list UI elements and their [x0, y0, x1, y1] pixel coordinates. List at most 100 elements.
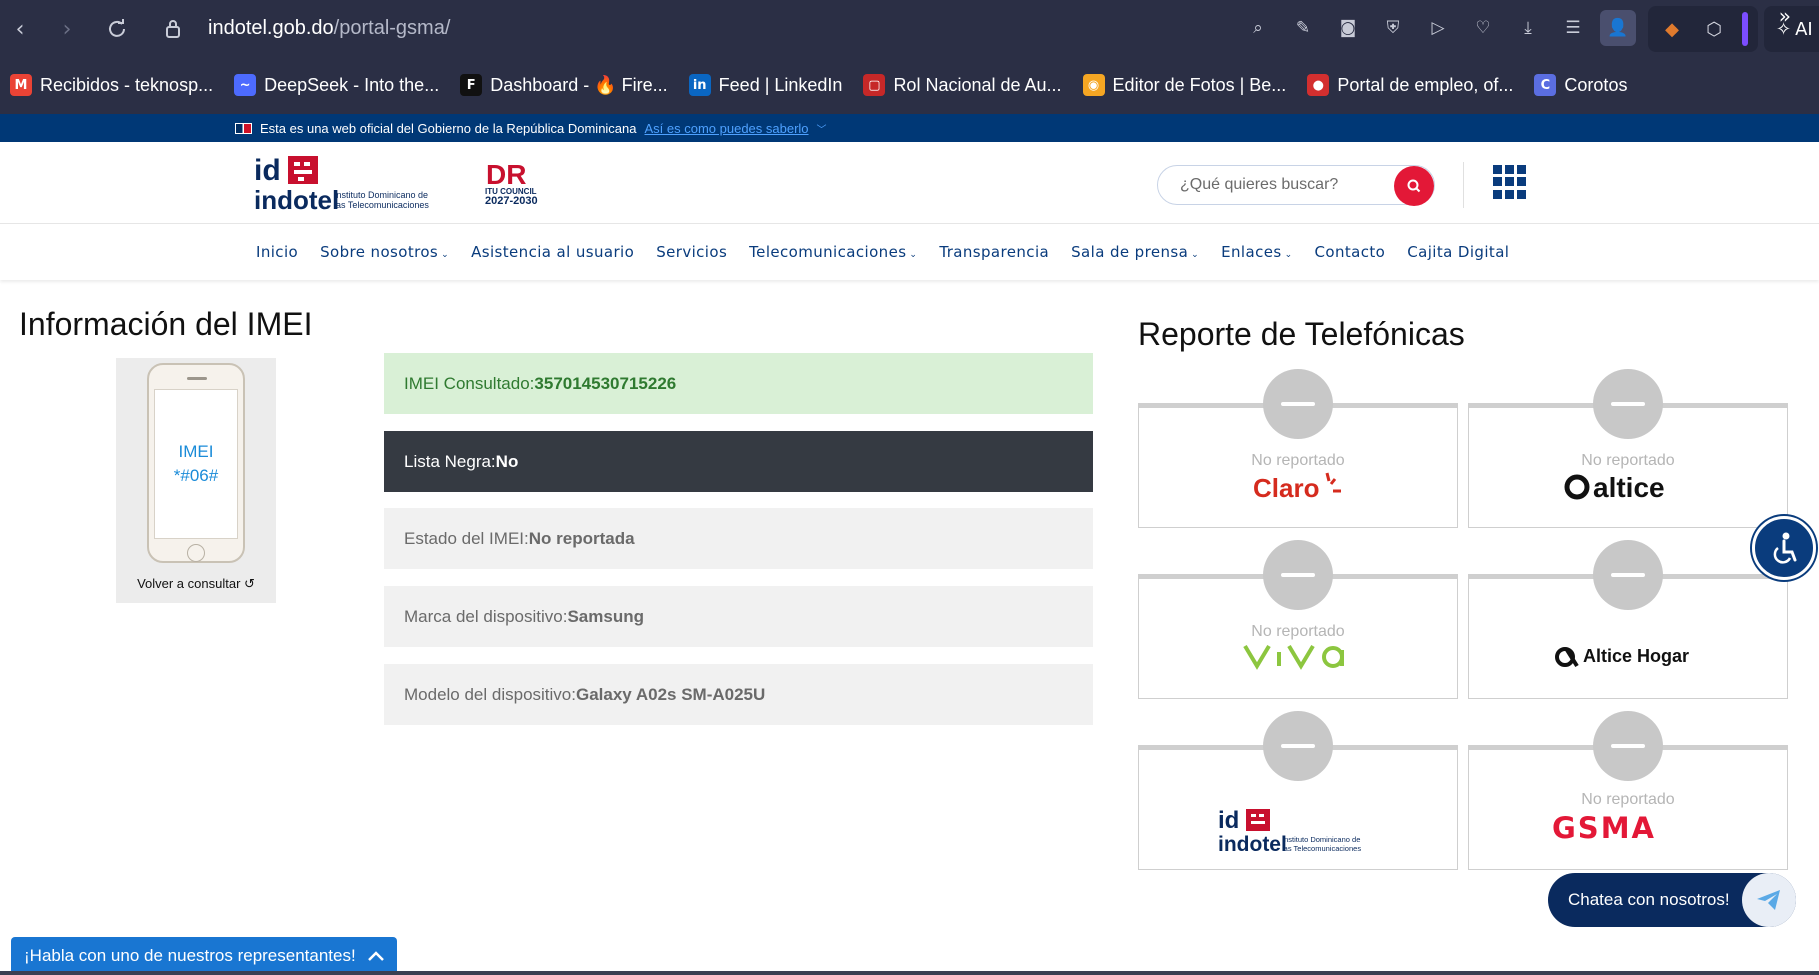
- page-search-icon[interactable]: ⌕: [1240, 10, 1276, 46]
- chevron-down-icon[interactable]: ﹀: [817, 121, 827, 136]
- carrier-status: No reportado: [1581, 452, 1675, 469]
- send-icon[interactable]: ▷: [1420, 10, 1456, 46]
- svg-text:GSMA: GSMA: [1552, 811, 1656, 842]
- nav-item[interactable]: Sobre nosotros ⌄: [320, 243, 449, 261]
- nav-item-label: Asistencia al usuario: [471, 243, 635, 261]
- nav-item-label: Transparencia: [939, 243, 1050, 261]
- gsma-logo: GSMA: [1468, 810, 1788, 842]
- back-to-query-link[interactable]: Volver a consultar ↺: [116, 576, 276, 592]
- reload-icon[interactable]: [97, 9, 137, 49]
- chat-button[interactable]: Chatea con nosotros!: [1548, 873, 1796, 927]
- dr-flag-icon: [235, 122, 252, 134]
- nav-item[interactable]: Cajita Digital: [1407, 243, 1509, 261]
- profile-icon[interactable]: 👤: [1600, 10, 1636, 46]
- ai-button[interactable]: ✧ AI: [1764, 6, 1819, 52]
- device-brand-row: Marca del dispositivo: Samsung: [384, 586, 1093, 647]
- svg-text:las Telecomunicaciones: las Telecomunicaciones: [334, 200, 429, 210]
- altice-hogar-logo: Altice Hogar: [1468, 640, 1788, 670]
- carrier-status: No reportado: [1251, 452, 1345, 469]
- extension-indicator: [1742, 12, 1748, 46]
- blacklist-row: Lista Negra: No: [384, 431, 1093, 492]
- representative-label: ¡Habla con uno de nuestros representante…: [24, 946, 356, 965]
- lock-icon[interactable]: [158, 17, 188, 41]
- bookmark-item[interactable]: M Recibidos - teknosp...: [10, 74, 213, 96]
- minus-status-icon: [1263, 711, 1333, 781]
- minus-status-icon: [1593, 540, 1663, 610]
- chevron-down-icon: ⌄: [1191, 250, 1200, 260]
- telegram-icon: [1742, 873, 1796, 927]
- minus-status-icon: [1263, 540, 1333, 610]
- settings-sliders-icon[interactable]: ☰: [1555, 10, 1591, 46]
- forward-icon[interactable]: ›: [47, 9, 87, 49]
- back-icon[interactable]: ‹: [0, 9, 40, 49]
- empleo-icon: ●: [1307, 74, 1330, 96]
- representative-bar[interactable]: ¡Habla con uno de nuestros representante…: [11, 937, 397, 975]
- bookmark-item[interactable]: ◉ Editor de Fotos | Be...: [1082, 74, 1287, 96]
- gov-banner-link[interactable]: Así es como puedes saberlo: [645, 121, 809, 136]
- imei-queried-row: IMEI Consultado: 357014530715226: [384, 353, 1093, 414]
- heart-icon[interactable]: ♡: [1465, 10, 1501, 46]
- bookmarks-more-icon[interactable]: »: [1779, 4, 1791, 28]
- bookmark-item[interactable]: in Feed | LinkedIn: [688, 74, 842, 96]
- search-button[interactable]: [1394, 166, 1434, 206]
- nav-item[interactable]: Sala de prensa ⌄: [1071, 243, 1199, 261]
- edit-icon[interactable]: ✎: [1285, 10, 1321, 46]
- row-value: Galaxy A02s SM-A025U: [575, 684, 766, 704]
- nav-item[interactable]: Inicio: [256, 243, 298, 261]
- f-logo-icon: F: [460, 74, 483, 96]
- shield-icon[interactable]: ⛨: [1375, 10, 1411, 46]
- phone-illustration: IMEI *#06#: [147, 363, 245, 563]
- nav-item[interactable]: Contacto: [1315, 243, 1386, 261]
- minus-status-icon: [1593, 369, 1663, 439]
- camera-icon[interactable]: ◙: [1330, 10, 1366, 46]
- bookmark-item[interactable]: C Corotos: [1534, 74, 1627, 96]
- nav-item-label: Inicio: [256, 243, 299, 261]
- bookmark-item[interactable]: ● Portal de empleo, of...: [1307, 74, 1513, 96]
- bookmark-label: DeepSeek - Into the...: [264, 74, 440, 95]
- bookmark-label: Editor de Fotos | Be...: [1112, 74, 1287, 95]
- row-label: Modelo del dispositivo:: [404, 684, 576, 704]
- bookmark-label: Rol Nacional de Au...: [893, 74, 1062, 95]
- chevron-up-icon[interactable]: [365, 945, 387, 967]
- accessibility-icon: [1773, 532, 1797, 564]
- chevron-down-icon: ⌄: [909, 250, 918, 260]
- viva-logo: [1138, 640, 1458, 670]
- apps-grid-icon[interactable]: [1493, 165, 1527, 199]
- metamask-icon[interactable]: ◆: [1658, 15, 1686, 43]
- indotel-logo[interactable]: id indotel Instituto Dominicano de las T…: [254, 152, 446, 215]
- accessibility-button[interactable]: [1752, 516, 1816, 580]
- gmail-icon: M: [10, 74, 32, 96]
- carrier-status: No reportado: [1581, 791, 1675, 808]
- row-label: Marca del dispositivo:: [404, 606, 568, 626]
- svg-text:Altice Hogar: Altice Hogar: [1583, 646, 1689, 666]
- corotos-icon: C: [1534, 74, 1557, 96]
- gov-banner: Esta es una web oficial del Gobierno de …: [0, 114, 1819, 142]
- nav-item[interactable]: Enlaces ⌄: [1221, 243, 1292, 261]
- bookmark-item[interactable]: ▢ Rol Nacional de Au...: [863, 74, 1062, 96]
- svg-text:Instituto Dominicano de: Instituto Dominicano de: [1282, 835, 1360, 844]
- bookmark-label: Dashboard - 🔥 Fire...: [490, 74, 668, 95]
- itu-council-logo[interactable]: DR ITU COUNCIL 2027-2030: [484, 158, 542, 207]
- chevron-down-icon: ⌄: [1284, 250, 1293, 260]
- minus-status-icon: [1263, 369, 1333, 439]
- row-value: No reportada: [528, 528, 635, 548]
- search-bar: [1157, 165, 1435, 206]
- bookmark-item[interactable]: F Dashboard - 🔥 Fire...: [460, 74, 668, 96]
- phone-card: IMEI *#06# Volver a consultar ↺: [116, 358, 276, 603]
- linkedin-icon: in: [688, 74, 711, 96]
- browser-chrome: ‹ › indotel.gob.do/portal-gsma/ ⌕ ✎ ◙ ⛨ …: [0, 0, 1819, 114]
- nav-item[interactable]: Transparencia: [939, 243, 1049, 261]
- ai-label: AI: [1795, 18, 1813, 40]
- bookmark-item[interactable]: ~ DeepSeek - Into the...: [234, 74, 439, 96]
- cube-extension-icon[interactable]: ⬡: [1700, 15, 1728, 43]
- nav-item[interactable]: Asistencia al usuario: [471, 243, 634, 261]
- nav-item-label: Enlaces: [1221, 243, 1282, 261]
- report-section-title: Reporte de Telefónicas: [1138, 316, 1465, 352]
- bookmarks-bar: M Recibidos - teknosp... ~ DeepSeek - Into …: [0, 68, 1819, 102]
- nav-item[interactable]: Servicios: [656, 243, 727, 261]
- search-input[interactable]: [1180, 176, 1380, 194]
- download-icon[interactable]: ⤓: [1510, 10, 1546, 46]
- search-icon: [1407, 179, 1421, 193]
- url-field[interactable]: indotel.gob.do/portal-gsma/: [208, 17, 450, 40]
- nav-item[interactable]: Telecomunicaciones ⌄: [749, 243, 917, 261]
